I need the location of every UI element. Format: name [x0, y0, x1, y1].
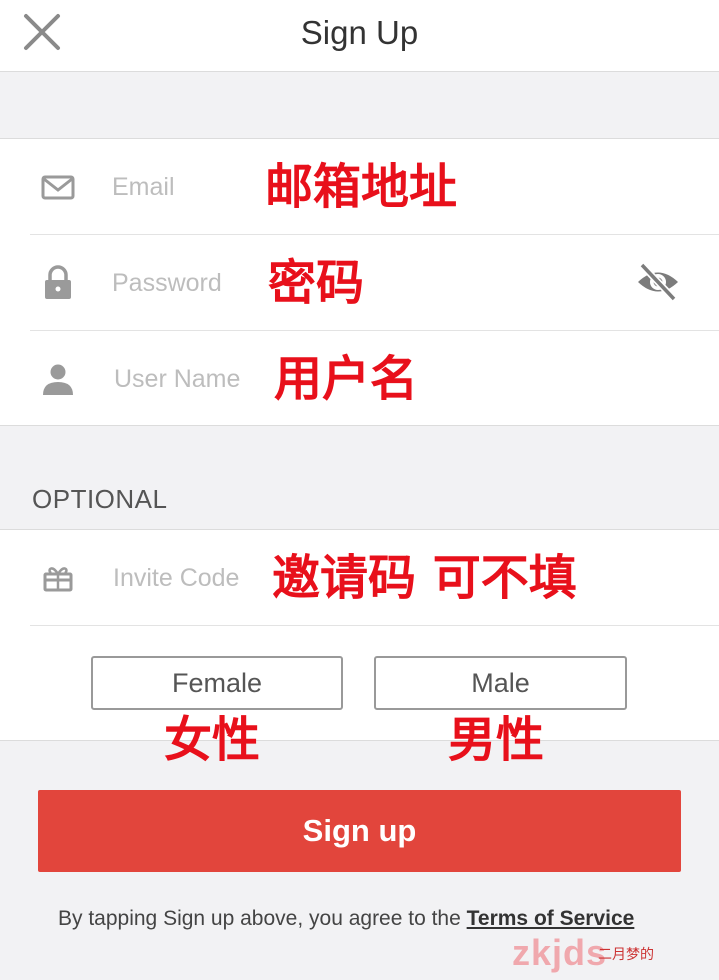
watermark-caption: 二月梦的 — [598, 946, 654, 962]
username-annotation: 用户名 — [274, 351, 419, 407]
sign-up-button[interactable]: Sign up — [38, 790, 681, 872]
user-icon — [43, 364, 73, 395]
lock-icon — [45, 265, 71, 299]
password-annotation: 密码 — [268, 255, 365, 311]
required-fields-section: 邮箱地址 密码 用户名 — [0, 138, 719, 426]
female-button[interactable]: Female — [91, 656, 343, 710]
watermark: zkjds — [512, 932, 608, 973]
eye-slash-icon[interactable] — [634, 261, 682, 303]
terms-prefix: By tapping Sign up above, you agree to t… — [58, 907, 467, 930]
male-annotation: 男性 — [448, 712, 545, 768]
password-row: 密码 — [0, 235, 719, 331]
optional-section-label: OPTIONAL — [32, 484, 168, 514]
invite-row: 邀请码 可不填 — [0, 530, 719, 626]
header-bar: Sign Up — [0, 0, 719, 72]
username-field[interactable] — [114, 361, 256, 397]
terms-of-service-link[interactable]: Terms of Service — [467, 907, 635, 930]
invite-code-field[interactable] — [113, 560, 263, 596]
divider — [30, 625, 719, 626]
female-annotation: 女性 — [164, 712, 261, 768]
invite-annotation: 邀请码 可不填 — [272, 550, 577, 606]
email-annotation: 邮箱地址 — [265, 159, 458, 215]
email-field[interactable] — [112, 169, 257, 205]
email-row: 邮箱地址 — [0, 139, 719, 235]
username-row: 用户名 — [0, 331, 719, 427]
mail-icon — [41, 175, 75, 200]
page-title: Sign Up — [300, 14, 419, 51]
password-field[interactable] — [112, 265, 252, 301]
gift-icon — [43, 567, 73, 592]
male-button[interactable]: Male — [374, 656, 627, 710]
